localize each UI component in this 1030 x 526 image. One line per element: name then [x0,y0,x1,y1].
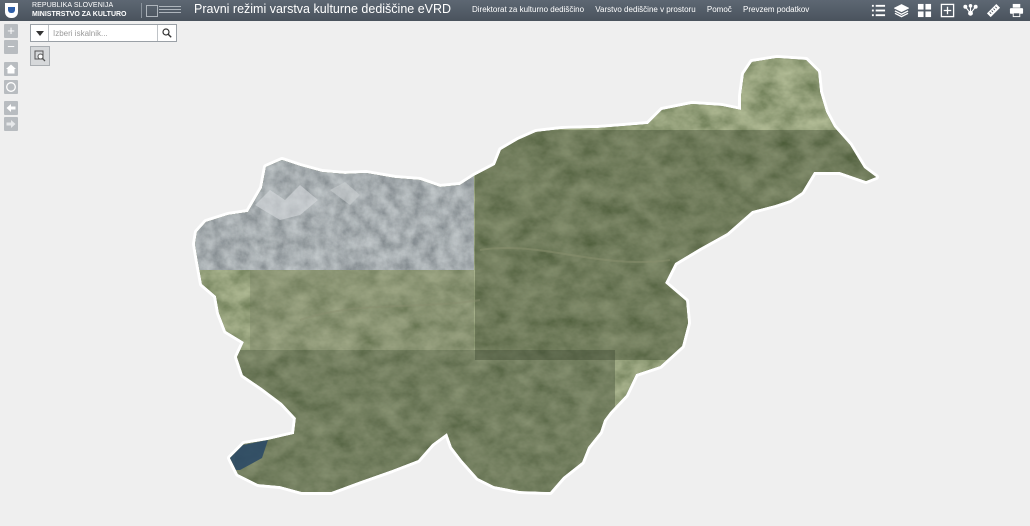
satellite-basemap[interactable] [0,21,1030,526]
toolbar [869,2,1026,19]
nav-link-directorate[interactable]: Direktorat za kulturno dediščino [472,5,584,14]
nav-link-data-download[interactable]: Prevzem podatkov [743,5,809,14]
locate-parcel-button[interactable] [30,46,50,66]
search-button[interactable] [157,25,176,41]
directorate-logo-icon [141,3,181,18]
print-icon[interactable] [1007,2,1026,19]
search-input[interactable] [49,25,157,41]
zoom-in-button[interactable]: + [4,24,18,38]
search-icon [162,28,172,38]
map-view[interactable] [0,21,1030,526]
slovenia-coat-of-arms-icon [5,3,18,18]
caret-down-icon [35,30,44,36]
nav-link-heritage-protection[interactable]: Varstvo dediščine v prostoru [595,5,695,14]
zoom-to-icon [34,50,46,62]
header-nav: Direktorat za kulturno dediščino Varstvo… [472,5,818,14]
ministry-name-line1: REPUBLIKA SLOVENIJA [32,2,114,9]
next-extent-button[interactable] [4,117,18,131]
nav-link-help[interactable]: Pomoč [707,5,732,14]
search-source-dropdown[interactable] [31,25,49,41]
zoom-out-button[interactable]: − [4,40,18,54]
add-data-icon[interactable] [938,2,957,19]
legend-list-icon[interactable] [869,2,888,19]
globe-icon [6,82,16,92]
home-icon [6,64,16,74]
search-bar [30,24,177,42]
measure-ruler-icon[interactable] [984,2,1003,19]
layers-icon[interactable] [892,2,911,19]
full-extent-button[interactable] [4,80,18,94]
basemap-grid-icon[interactable] [915,2,934,19]
previous-extent-button[interactable] [4,101,18,115]
page-title: Pravni režimi varstva kulturne dediščine… [194,2,452,16]
home-extent-button[interactable] [4,62,18,76]
arrow-right-icon [6,120,16,128]
app-header: REPUBLIKA SLOVENIJA MINISTRSTVO ZA KULTU… [0,0,1030,21]
arrow-left-icon [6,104,16,112]
ministry-name-line2: MINISTRSTVO ZA KULTURO [32,10,127,18]
ministry-logo[interactable]: REPUBLIKA SLOVENIJA MINISTRSTVO ZA KULTU… [32,2,127,19]
network-analysis-icon[interactable] [961,2,980,19]
